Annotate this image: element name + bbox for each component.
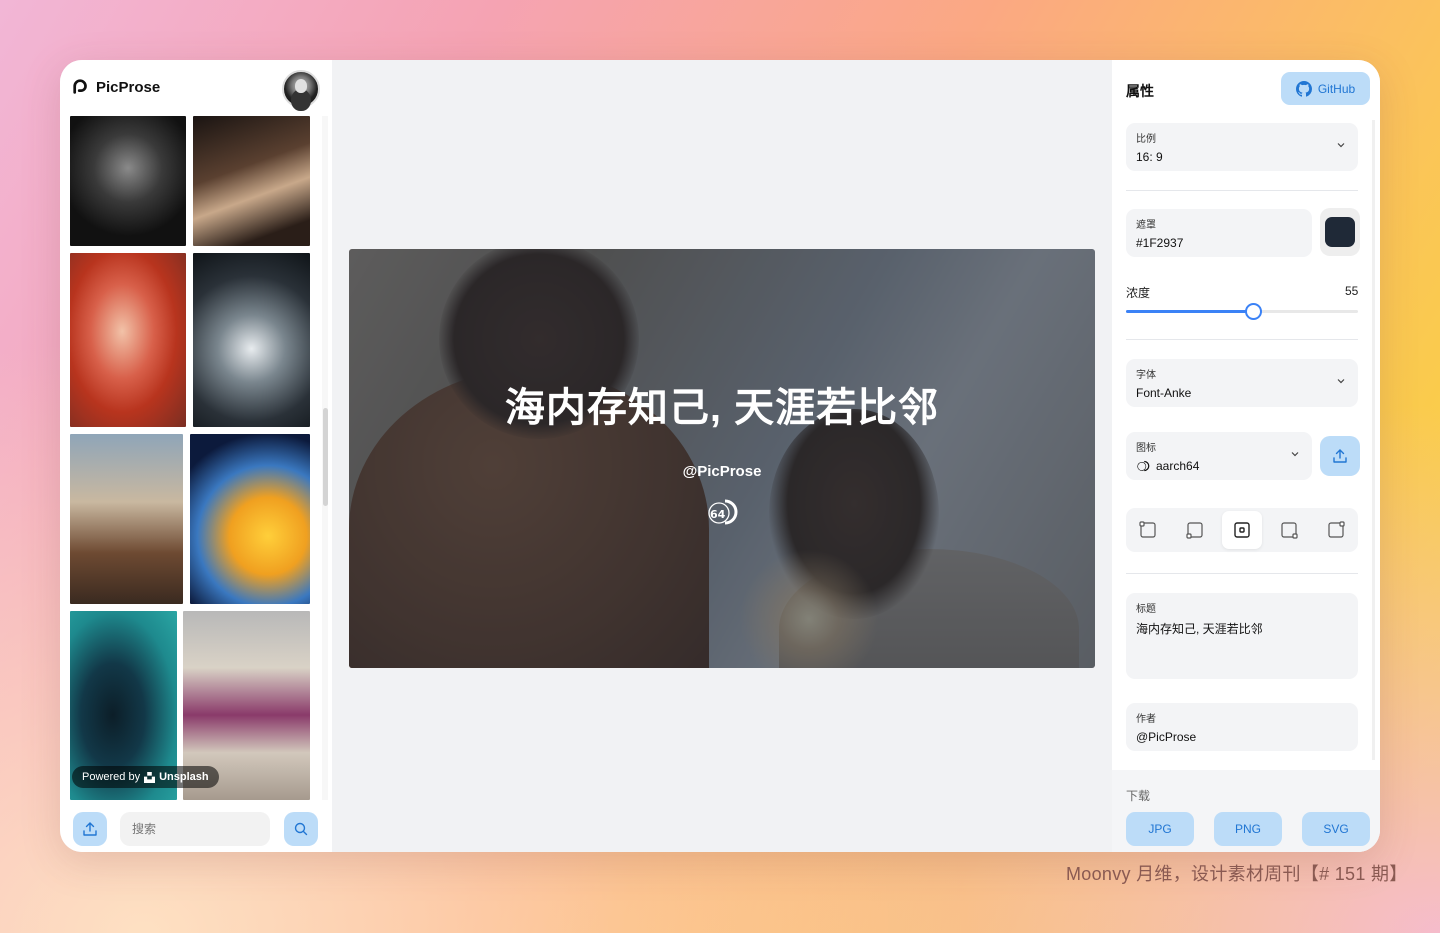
search-button[interactable] <box>284 812 318 846</box>
upload-icon <box>83 822 97 836</box>
left-sidebar: PicProse Powered by Unsplash <box>60 60 332 852</box>
svg-text:64: 64 <box>710 508 726 521</box>
footer-credit: Moonvy 月维，设计素材周刊【# 151 期】 <box>1066 864 1408 884</box>
icon-position-group <box>1126 508 1358 552</box>
image-gallery <box>70 116 310 800</box>
divider <box>1126 573 1358 574</box>
unsplash-brand: Unsplash <box>159 771 209 783</box>
gallery-image[interactable] <box>193 116 310 246</box>
mask-color-field[interactable]: 遮罩 #1F2937 <box>1126 209 1312 257</box>
aarch64-icon: 64 <box>708 499 738 525</box>
opacity-value: 55 <box>1345 284 1359 298</box>
search-icon <box>294 822 308 836</box>
github-label: GitHub <box>1317 81 1356 96</box>
canvas-title: 海内存知己, 天涯若比邻 <box>504 386 940 430</box>
position-bottom-right-icon <box>1281 522 1298 539</box>
position-top-right-button[interactable] <box>1316 511 1356 549</box>
chevron-down-icon <box>1291 452 1299 457</box>
properties-panel: 属性 GitHub 比例 16: 9 遮罩 #1F2937 浓度 55 字体 F… <box>1112 60 1380 852</box>
unsplash-icon <box>144 771 156 783</box>
canvas-author: @PicProse <box>682 463 762 480</box>
avatar[interactable] <box>282 70 320 108</box>
author-value: @PicProse <box>1136 730 1197 744</box>
powered-by-unsplash[interactable]: Powered by Unsplash <box>72 766 219 788</box>
gallery-image[interactable] <box>70 253 186 427</box>
gallery-image[interactable] <box>70 116 186 246</box>
position-bottom-right-button[interactable] <box>1269 511 1309 549</box>
author-label: 作者 <box>1136 714 1156 725</box>
download-svg-button[interactable]: SVG <box>1302 812 1370 846</box>
brand-name: PicProse <box>96 78 161 96</box>
title-textarea[interactable]: 标题 海内存知己, 天涯若比邻 <box>1126 593 1358 679</box>
position-top-left-icon <box>1139 521 1156 538</box>
github-icon <box>1295 80 1312 97</box>
gallery-image[interactable] <box>70 434 183 604</box>
position-center-button[interactable] <box>1222 511 1262 549</box>
search-input[interactable] <box>120 812 270 846</box>
gallery-image[interactable] <box>190 434 310 604</box>
chevron-down-icon <box>1337 379 1345 384</box>
mask-label: 遮罩 <box>1136 220 1156 231</box>
font-value: Font-Anke <box>1136 386 1192 400</box>
title-value: 海内存知己, 天涯若比邻 <box>1136 622 1263 636</box>
opacity-label: 浓度 <box>1126 286 1151 300</box>
icon-value-row: aarch64 <box>1136 459 1302 473</box>
opacity-slider-handle[interactable] <box>1245 303 1262 320</box>
mask-value: #1F2937 <box>1136 236 1184 250</box>
title-label: 标题 <box>1136 604 1156 615</box>
opacity-slider-fill <box>1126 310 1254 313</box>
divider <box>1126 190 1358 191</box>
position-center-icon <box>1234 522 1250 538</box>
app-window: PicProse Powered by Unsplash 搜索 海内存知己, 天… <box>60 60 1380 852</box>
divider <box>1126 339 1358 340</box>
position-top-left-button[interactable] <box>1128 511 1168 549</box>
github-button[interactable]: GitHub <box>1281 72 1370 105</box>
preview-canvas[interactable]: 海内存知己, 天涯若比邻 @PicProse 64 <box>349 249 1095 668</box>
download-png-button[interactable]: PNG <box>1214 812 1282 846</box>
position-top-right-icon <box>1328 521 1345 538</box>
color-mask <box>349 249 1095 668</box>
chevron-down-icon <box>1337 143 1345 148</box>
color-swatch <box>1325 217 1355 247</box>
ratio-select[interactable]: 比例 16: 9 <box>1126 123 1358 171</box>
icon-label: 图标 <box>1136 443 1156 454</box>
download-section: 下载 JPG PNG SVG <box>1112 770 1380 852</box>
upload-icon-button[interactable] <box>1320 436 1360 476</box>
ratio-value: 16: 9 <box>1136 150 1163 164</box>
picprose-logo-icon <box>73 79 87 94</box>
panel-scrollbar[interactable] <box>1372 120 1375 760</box>
author-input[interactable]: 作者 @PicProse <box>1126 703 1358 751</box>
position-bottom-left-button[interactable] <box>1175 511 1215 549</box>
download-label: 下载 <box>1126 789 1151 803</box>
brand[interactable]: PicProse <box>72 78 160 96</box>
download-jpg-button[interactable]: JPG <box>1126 812 1194 846</box>
gallery-image[interactable] <box>193 253 310 427</box>
icon-value: aarch64 <box>1156 459 1200 473</box>
aarch64-small-icon <box>1137 460 1150 472</box>
font-label: 字体 <box>1136 370 1156 381</box>
upload-icon <box>1333 449 1347 463</box>
ratio-label: 比例 <box>1136 134 1156 145</box>
powered-by-text: Powered by <box>82 771 141 783</box>
icon-select[interactable]: 图标 aarch64 <box>1126 432 1312 480</box>
panel-title: 属性 <box>1126 83 1154 99</box>
mask-color-picker[interactable] <box>1320 208 1360 256</box>
upload-image-button[interactable] <box>73 812 107 846</box>
font-select[interactable]: 字体 Font-Anke <box>1126 359 1358 407</box>
gallery-scrollbar-thumb[interactable] <box>323 408 328 506</box>
sidebar-footer <box>60 800 332 852</box>
position-bottom-left-icon <box>1186 522 1203 539</box>
